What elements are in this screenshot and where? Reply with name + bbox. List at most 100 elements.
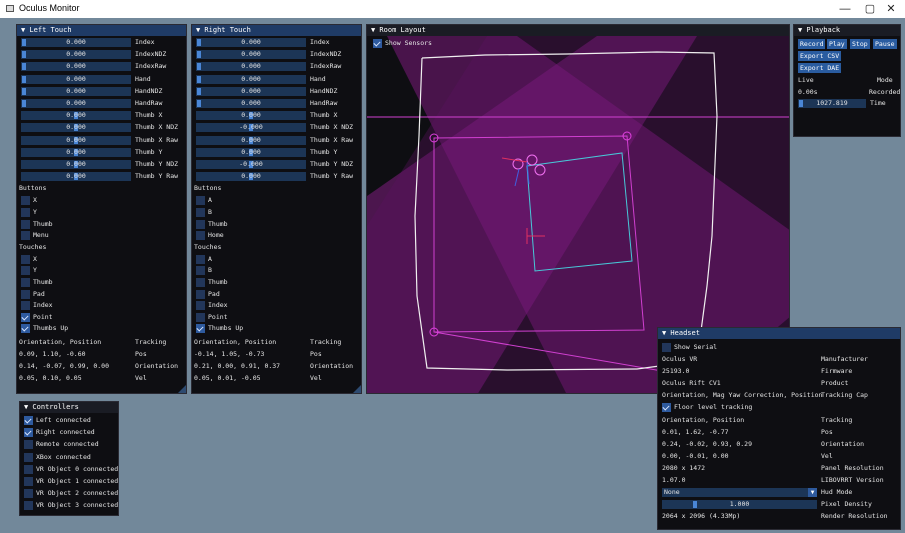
export-dae-button[interactable]: Export DAE <box>798 63 842 73</box>
trigger-slider[interactable]: 0.000 <box>21 147 131 157</box>
trigger-slider[interactable]: 0.000 <box>196 99 306 108</box>
button-label: Thumb <box>33 219 53 228</box>
slider-value: 0.000 <box>241 147 261 156</box>
show-sensors-label: Show Sensors <box>385 39 432 47</box>
button-label: X <box>33 196 37 205</box>
headset-value: 0.01, 1.62, -0.77 <box>662 428 729 436</box>
show-serial-checkbox[interactable] <box>662 343 671 352</box>
headset-title[interactable]: ▼ Headset <box>658 328 900 339</box>
trigger-slider[interactable]: 0.000 <box>196 38 306 47</box>
button-checkbox[interactable] <box>21 231 30 241</box>
time-slider[interactable]: 1027.819 <box>798 99 866 108</box>
button-checkbox[interactable] <box>196 196 205 206</box>
touch-checkbox[interactable] <box>196 254 205 264</box>
touch-checkbox[interactable] <box>196 312 205 322</box>
hud-mode-select[interactable]: None ▼ <box>662 488 817 497</box>
trigger-slider[interactable]: -0.000 <box>196 123 306 133</box>
play-button[interactable]: Play <box>827 39 847 49</box>
trigger-slider[interactable]: 0.000 <box>196 74 306 84</box>
controller-checkbox[interactable] <box>24 477 33 486</box>
playback-title[interactable]: ▼ Playback <box>794 25 900 36</box>
export-csv-button[interactable]: Export CSV <box>798 51 842 61</box>
touch-checkbox[interactable] <box>196 266 205 276</box>
hud-mode-value: None <box>664 488 680 496</box>
stop-button[interactable]: Stop <box>850 39 870 49</box>
button-checkbox[interactable] <box>196 219 205 229</box>
render-resolution-value: 2064 x 2096 (4.33Mp) <box>662 512 741 520</box>
tracking-value: 0.09, 1.10, -0.60 <box>19 350 86 358</box>
controller-label: Left connected <box>36 416 91 424</box>
trigger-slider[interactable]: 0.000 <box>21 160 131 169</box>
right-touch-title[interactable]: ▼ Right Touch <box>192 25 361 36</box>
pause-button[interactable]: Pause <box>873 39 897 49</box>
chevron-down-icon[interactable]: ▼ <box>808 488 817 497</box>
controller-label: VR Object 1 connected <box>36 477 119 485</box>
trigger-slider[interactable]: 0.000 <box>21 74 131 84</box>
trigger-slider[interactable]: 0.000 <box>21 123 131 133</box>
controller-checkbox[interactable] <box>24 489 33 499</box>
touch-checkbox[interactable] <box>196 289 205 299</box>
touch-checkbox[interactable] <box>21 301 30 311</box>
close-button[interactable]: ✕ <box>876 1 905 17</box>
trigger-slider[interactable]: 0.000 <box>21 38 131 47</box>
controller-checkbox[interactable] <box>24 440 33 450</box>
controller-checkbox[interactable] <box>24 464 33 474</box>
trigger-slider[interactable]: 0.000 <box>21 50 131 60</box>
room-layout-title[interactable]: ▼ Room Layout <box>367 25 789 36</box>
buttons-header: Buttons <box>194 184 222 193</box>
slider-label: Thumb Y <box>135 147 163 156</box>
trigger-slider[interactable]: -0.000 <box>196 160 306 169</box>
trigger-slider[interactable]: 0.000 <box>196 147 306 157</box>
headset-label: LIBOVRRT Version <box>821 476 884 484</box>
trigger-slider[interactable]: 0.000 <box>21 86 131 96</box>
touch-label: A <box>208 254 212 263</box>
touch-checkbox[interactable] <box>21 324 30 334</box>
touch-checkbox[interactable] <box>21 278 30 287</box>
trigger-slider[interactable]: 0.000 <box>196 50 306 60</box>
touch-checkbox[interactable] <box>196 324 205 334</box>
trigger-slider[interactable]: 0.000 <box>196 86 306 96</box>
touch-label: Y <box>33 266 37 275</box>
trigger-slider[interactable]: 0.000 <box>21 62 131 72</box>
trigger-slider[interactable]: 0.000 <box>21 111 131 121</box>
touch-checkbox[interactable] <box>21 289 30 299</box>
touch-checkbox[interactable] <box>196 301 205 311</box>
resize-grip[interactable] <box>178 385 186 393</box>
button-checkbox[interactable] <box>196 208 205 217</box>
button-checkbox[interactable] <box>21 208 30 217</box>
touch-checkbox[interactable] <box>21 254 30 264</box>
controllers-title[interactable]: ▼ Controllers <box>20 402 118 413</box>
trigger-slider[interactable]: 0.000 <box>196 62 306 72</box>
headset-value: Oculus Rift CV1 <box>662 379 721 387</box>
tracking-label: Tracking <box>135 338 167 346</box>
touch-checkbox[interactable] <box>21 312 30 322</box>
tracking-value: 0.05, 0.10, 0.05 <box>19 374 82 382</box>
record-button[interactable]: Record <box>798 39 826 49</box>
touch-checkbox[interactable] <box>21 266 30 276</box>
touch-checkbox[interactable] <box>196 278 205 287</box>
trigger-slider[interactable]: 0.000 <box>196 111 306 121</box>
show-sensors-checkbox[interactable] <box>373 39 382 48</box>
controller-checkbox[interactable] <box>24 416 33 425</box>
button-checkbox[interactable] <box>21 219 30 229</box>
trigger-slider[interactable]: 0.000 <box>196 135 306 145</box>
app-title: Oculus Monitor <box>19 3 80 13</box>
button-checkbox[interactable] <box>196 231 205 241</box>
resize-grip[interactable] <box>353 385 361 393</box>
trigger-slider[interactable]: 0.000 <box>21 99 131 108</box>
left-touch-title[interactable]: ▼ Left Touch <box>17 25 186 36</box>
left-touch-window: ▼ Left Touch 0.000 Index 0.000 IndexNDZ 0.00… <box>16 24 187 394</box>
controller-checkbox[interactable] <box>24 501 33 511</box>
touch-label: Pad <box>33 289 45 298</box>
pixel-density-slider[interactable]: 1.000 <box>662 500 817 509</box>
controller-checkbox[interactable] <box>24 452 33 462</box>
headset-label: Tracking <box>821 416 853 424</box>
slider-value: 0.000 <box>66 62 86 71</box>
trigger-slider[interactable]: 0.000 <box>21 172 131 182</box>
button-checkbox[interactable] <box>21 196 30 206</box>
slider-value: 0.000 <box>241 172 261 181</box>
controller-checkbox[interactable] <box>24 428 33 438</box>
trigger-slider[interactable]: 0.000 <box>196 172 306 182</box>
trigger-slider[interactable]: 0.000 <box>21 135 131 145</box>
floor-level-checkbox[interactable] <box>662 403 671 412</box>
